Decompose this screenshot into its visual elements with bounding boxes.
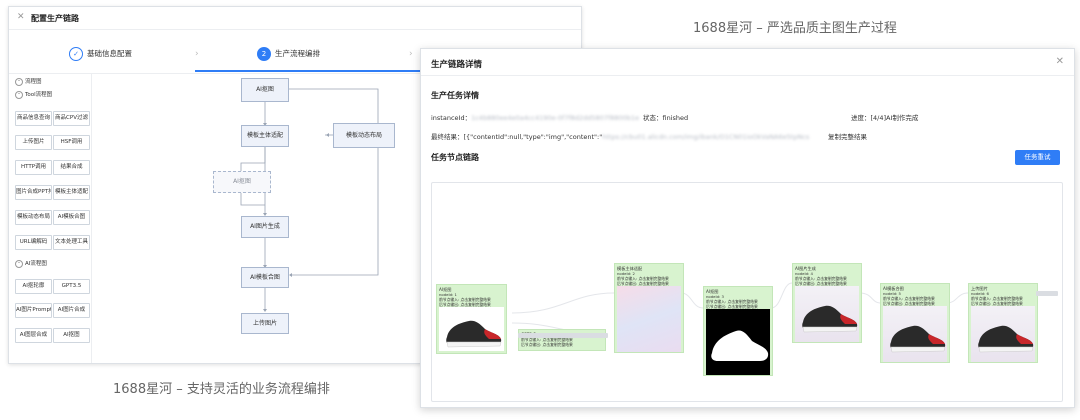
palette-tool-button[interactable]: 模板主体适配	[53, 185, 90, 200]
collapsed-output-bar	[1036, 291, 1058, 296]
left-titlebar: ✕ 配置生产链路	[9, 7, 581, 30]
merged-image	[883, 306, 947, 362]
result-value: [{"contentId":null,"type":"img","content…	[463, 133, 603, 141]
palette-tool-button[interactable]: 模板动态布局	[15, 210, 52, 225]
sneaker-mask-icon	[711, 330, 769, 361]
palette-tool-button[interactable]: 结果合成	[53, 160, 90, 175]
step-label: 生产流程编排	[275, 49, 320, 58]
section-task-chain: 任务节点链路	[431, 153, 479, 162]
flow-node-template-fit[interactable]: 模板主体适配	[241, 125, 289, 147]
palette-ai-button[interactable]: AI图层合成	[15, 328, 52, 343]
result-row: 最终结果：[{"contentId":null,"type":"img","co…	[431, 133, 810, 141]
step-basic-info[interactable]: ✓ 基础信息配置	[69, 47, 132, 61]
instance-id-value: 1c4b880ee4e0a4cc4190e-0f7f8d2dd5807f8800…	[471, 114, 640, 122]
retry-task-button[interactable]: 任务重试	[1015, 150, 1060, 165]
caption-left: 1688星河 – 支持灵活的业务流程编排	[113, 382, 330, 397]
palette-tool-button[interactable]: 商品信息查询	[15, 111, 52, 126]
progress-row: 进度：[4/4]AI制作完成	[851, 114, 919, 122]
chain-detail-dialog: 生产链路详情 ✕ 生产任务详情 instanceId：1c4b880ee4e0a…	[420, 48, 1075, 408]
palette-ai-button[interactable]: AI抠图	[53, 328, 90, 343]
palette-section-ai[interactable]: – AI流程图	[15, 259, 47, 268]
status-row: 状态：finished	[643, 114, 689, 122]
background-image	[617, 286, 681, 352]
sneaker-icon	[446, 320, 502, 348]
sneaker-icon	[978, 325, 1034, 353]
palette-section-tool[interactable]: – Tool流程图	[15, 90, 52, 99]
palette-ai-button[interactable]: AI图片Prompt	[15, 303, 52, 318]
palette-tool-button[interactable]: 图片合成PPT排版	[15, 185, 52, 200]
chain-node-card[interactable]: AI图片生成 nodeId: 4 前节点输入: 点击复制完整结果 后节点输出: …	[792, 263, 862, 343]
palette-section-flow[interactable]: – 流程图	[15, 77, 42, 86]
step-number-icon: 2	[257, 47, 271, 61]
chain-node-card[interactable]: AI抠图 nodeId: 3 前节点输入: 点击复制完整结果 后节点输出: 点击…	[703, 286, 773, 376]
step-flow-edit[interactable]: 2 生产流程编排	[257, 47, 320, 61]
palette-tool-button[interactable]: 文本处理工具	[53, 235, 90, 250]
close-icon[interactable]: ✕	[1056, 56, 1064, 67]
instance-id-row: instanceId：1c4b880ee4e0a4cc4190e-0f7f8d2…	[431, 114, 640, 122]
node-palette: – 流程图 – Tool流程图 商品信息查询 商品CPV过滤 上传图片 HSF调用 …	[9, 73, 92, 363]
product-image	[439, 307, 504, 351]
palette-tool-button[interactable]: AI模板合图	[53, 210, 90, 225]
collapse-icon: –	[15, 77, 23, 86]
sneaker-icon	[890, 325, 946, 353]
active-step-underline	[195, 70, 423, 72]
chevron-right-icon: ›	[409, 49, 413, 59]
palette-ai-button[interactable]: AI图片合成	[53, 303, 90, 318]
chain-node-card[interactable]: 模板主体适配 nodeId: 2 前节点输入: 点击复制完整结果 后节点输出: …	[614, 263, 684, 353]
palette-tool-button[interactable]: 商品CPV过滤	[53, 111, 90, 126]
flow-node-ai-cutout[interactable]: AI抠图	[241, 78, 289, 102]
flow-node-dynamic-layout[interactable]: 模板动态布局	[333, 123, 395, 148]
status-value: finished	[662, 114, 689, 122]
divider	[421, 75, 1074, 76]
generated-image	[795, 286, 859, 342]
palette-tool-button[interactable]: URL编解码	[15, 235, 52, 250]
chain-node-card[interactable]: AI抠图 nodeId: 1 前节点输入: 点击复制完整结果 后节点输出: 点击…	[436, 284, 507, 354]
flow-node-upload-image[interactable]: 上传图片	[241, 313, 289, 334]
palette-ai-button[interactable]: AI抠轮廓	[15, 279, 52, 294]
dialog-title: 生产链路详情	[431, 60, 483, 70]
mask-image	[706, 309, 770, 375]
left-window-title: 配置生产链路	[31, 14, 79, 23]
palette-tool-button[interactable]: 上传图片	[15, 135, 52, 150]
sneaker-icon	[802, 305, 858, 333]
collapsed-output-bar	[518, 333, 608, 338]
copy-full-result-link[interactable]: 复制完整结果	[828, 131, 867, 141]
caption-right: 1688星河 – 严选品质主图生产过程	[693, 21, 897, 36]
flow-node-ai-cutout-2[interactable]: AI抠图	[213, 171, 271, 193]
progress-value: [4/4]AI制作完成	[870, 114, 919, 122]
close-icon[interactable]: ✕	[17, 12, 25, 22]
uploaded-image	[971, 306, 1035, 362]
check-icon: ✓	[69, 47, 83, 61]
result-url-blurred: https://cbu01.alicdn.com/img/ibank/O1CN0…	[602, 133, 810, 141]
flow-node-ai-image-gen[interactable]: AI图片生成	[241, 216, 289, 238]
palette-tool-button[interactable]: HTTP调用	[15, 160, 52, 175]
section-task-detail: 生产任务详情	[431, 91, 479, 100]
chevron-right-icon: ›	[195, 49, 199, 59]
chain-node-card[interactable]: 上传图片 nodeId: 6 前节点输入: 点击复制完整结果 后节点输出: 点击…	[968, 283, 1038, 363]
chain-node-card[interactable]: AI模板合图 nodeId: 5 前节点输入: 点击复制完整结果 后节点输出: …	[880, 283, 950, 363]
task-chain-canvas[interactable]: AI抠图 nodeId: 1 前节点输入: 点击复制完整结果 后节点输出: 点击…	[431, 182, 1063, 402]
palette-tool-button[interactable]: HSF调用	[53, 135, 90, 150]
collapse-icon: –	[15, 90, 23, 99]
flow-node-template-merge[interactable]: AI模板合图	[241, 267, 289, 288]
palette-ai-button[interactable]: GPT3.5	[53, 279, 90, 294]
collapse-icon: –	[15, 259, 23, 268]
step-label: 基础信息配置	[87, 49, 132, 58]
